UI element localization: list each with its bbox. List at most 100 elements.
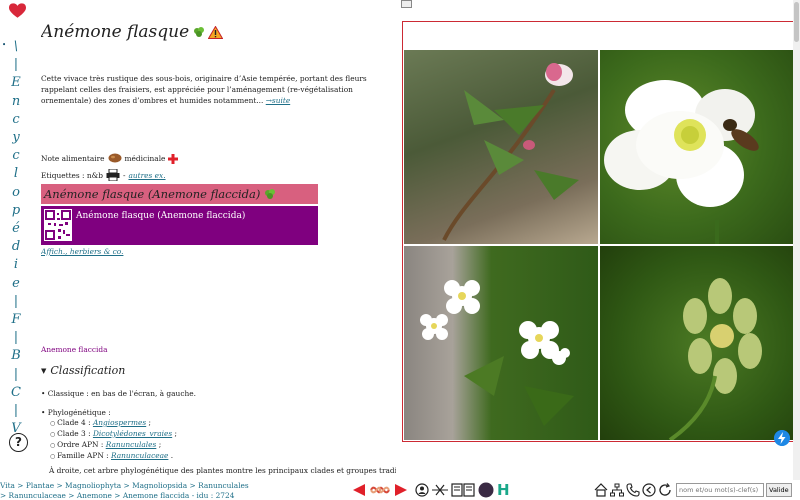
classification-heading: Classification xyxy=(50,364,126,377)
medicinal-label: médicinale xyxy=(124,154,166,163)
phylo-suffix: ; xyxy=(148,418,152,427)
rail-letter[interactable]: d xyxy=(12,238,20,256)
family-link[interactable]: Ranunculaceae xyxy=(111,451,168,460)
page-title: Anémone flasque xyxy=(41,22,190,42)
photo-seed-head[interactable] xyxy=(600,246,794,440)
search-submit-button[interactable]: Valide xyxy=(766,483,792,497)
triangle-down-icon: ▼ xyxy=(41,366,47,375)
other-examples-link[interactable]: autres ex. xyxy=(128,171,165,180)
photo-flower-bud[interactable] xyxy=(404,50,598,244)
rail-letter[interactable]: e xyxy=(12,275,20,293)
rail-letter[interactable]: F xyxy=(11,311,20,329)
clade-link[interactable]: Dicotylédones_vraies xyxy=(93,429,172,438)
rail-letter[interactable]: c xyxy=(12,111,19,129)
sitemap-icon[interactable] xyxy=(610,483,624,497)
qr-code-icon xyxy=(44,209,72,241)
latin-name: Anemone flaccida xyxy=(41,345,108,354)
user-circle-icon[interactable] xyxy=(415,483,429,497)
rail-letter[interactable]: l xyxy=(14,165,18,183)
breadcrumb-item[interactable]: Magnoliophyta xyxy=(65,481,121,490)
back-circle-icon[interactable] xyxy=(642,483,656,497)
qr-card[interactable]: Anémone flasque (Anemone flaccida) xyxy=(41,206,318,245)
swirl-logo-icon[interactable] xyxy=(369,482,391,498)
breadcrumb-item[interactable]: Plantae xyxy=(26,481,54,490)
mushroom-icon xyxy=(108,153,122,163)
breadcrumb: Vita > Plantae > Magnoliophyta > Magnoli… xyxy=(0,481,250,500)
rail-letter[interactable]: B xyxy=(11,347,21,365)
heart-icon[interactable] xyxy=(9,3,26,19)
breadcrumb-item[interactable]: Ranunculales xyxy=(198,481,249,490)
leaf-icon xyxy=(265,189,276,199)
bud-illustration xyxy=(442,63,579,241)
rail-letter[interactable]: | xyxy=(14,402,18,420)
phylo-items: Clade 4 : Angiospermes ; Clade 3 : Dicot… xyxy=(50,418,177,462)
breadcrumb-item[interactable]: Ranunculaceae xyxy=(9,491,66,500)
rail-letter[interactable]: p xyxy=(12,202,20,220)
rail-letter[interactable]: | xyxy=(14,366,18,384)
breadcrumb-item[interactable]: Anemone xyxy=(77,491,112,500)
breadcrumb-item[interactable]: Vita xyxy=(0,481,15,490)
breadcrumb-separator: > xyxy=(111,490,123,500)
phylo-item: Clade 4 : Angiospermes ; xyxy=(50,418,177,429)
warning-icon[interactable] xyxy=(208,25,224,39)
lightning-icon[interactable] xyxy=(774,430,790,446)
scissors-icon[interactable] xyxy=(432,484,448,496)
breadcrumb-separator: > xyxy=(187,481,199,490)
printer-icon[interactable] xyxy=(106,169,120,181)
phylo-prefix: Famille APN : xyxy=(57,451,109,460)
photo-flower-cluster[interactable] xyxy=(404,246,598,440)
photo-grid xyxy=(404,50,794,441)
reader-mode-icon[interactable] xyxy=(401,0,412,8)
rail-letter[interactable]: \ xyxy=(14,38,18,56)
intro-text: Cette vivace très rustique des sous-bois… xyxy=(41,74,367,105)
phylo-prefix: Ordre APN : xyxy=(57,440,104,449)
home-icon[interactable] xyxy=(594,483,608,497)
photo-flower-insect[interactable] xyxy=(600,50,794,244)
dark-circle-icon[interactable] xyxy=(478,482,494,498)
rail-letter[interactable]: n xyxy=(12,93,20,111)
right-toolbar: Valide xyxy=(594,482,792,498)
phylo-suffix: ; xyxy=(174,429,178,438)
clade-link[interactable]: Angiospermes xyxy=(93,418,146,427)
breadcrumb-item[interactable]: Magnoliopsida xyxy=(132,481,187,490)
red-cross-icon xyxy=(168,153,179,164)
rail-letter[interactable]: | xyxy=(14,293,18,311)
rail-letter[interactable]: | xyxy=(14,56,18,74)
note-label: Note alimentaire xyxy=(41,154,105,163)
tags-row: Etiquettes : n&b - autres ex. xyxy=(41,169,166,181)
scrollbar-thumb[interactable] xyxy=(794,2,799,42)
rail-letter[interactable]: i xyxy=(14,256,18,274)
h-button[interactable]: H xyxy=(497,481,510,499)
qr-card-label: Anémone flasque (Anemone flaccida) xyxy=(76,211,246,221)
help-button[interactable]: ? xyxy=(9,433,28,452)
order-link[interactable]: Ranunculales xyxy=(106,440,157,449)
rail-letter[interactable]: C xyxy=(11,384,21,402)
search-input[interactable] xyxy=(676,483,764,497)
prev-arrow-icon[interactable] xyxy=(352,483,366,497)
classification-toggle[interactable]: ▼ Classification xyxy=(41,364,125,377)
next-arrow-icon[interactable] xyxy=(394,483,408,497)
phylogenetic-list: • Phylogénétique : Clade 4 : Angiosperme… xyxy=(41,408,177,462)
breadcrumb-separator: > xyxy=(14,481,26,490)
rail-letter[interactable]: o xyxy=(12,184,20,202)
refresh-icon[interactable] xyxy=(658,483,672,497)
rail-letter[interactable]: E xyxy=(11,74,21,92)
scrollbar-track[interactable] xyxy=(793,0,800,480)
more-link[interactable]: →suite xyxy=(266,96,290,105)
note-row: Note alimentaire médicinale xyxy=(41,153,179,164)
rail-letter[interactable]: c xyxy=(12,147,19,165)
article-column: Anémone flasque Cette vivace très rustiq… xyxy=(41,0,396,478)
rail-letter[interactable]: | xyxy=(14,329,18,347)
rail-letter[interactable]: é xyxy=(12,220,20,238)
breadcrumb-item[interactable]: Anemone flaccida xyxy=(123,491,190,500)
bullet: • xyxy=(41,408,48,417)
pink-title-bar[interactable]: Anémone flasque (Anemone flaccida) xyxy=(41,184,318,204)
affich-link[interactable]: Affich., herbiers & co. xyxy=(41,247,123,256)
dash-separator: - xyxy=(122,170,126,180)
book-icon[interactable] xyxy=(451,483,475,497)
rail-letter[interactable]: y xyxy=(12,129,19,147)
leaf-icon xyxy=(194,27,205,37)
breadcrumb-separator: > xyxy=(0,490,9,500)
phylo-title: Phylogénétique : xyxy=(47,408,111,417)
phone-icon[interactable] xyxy=(626,483,640,497)
